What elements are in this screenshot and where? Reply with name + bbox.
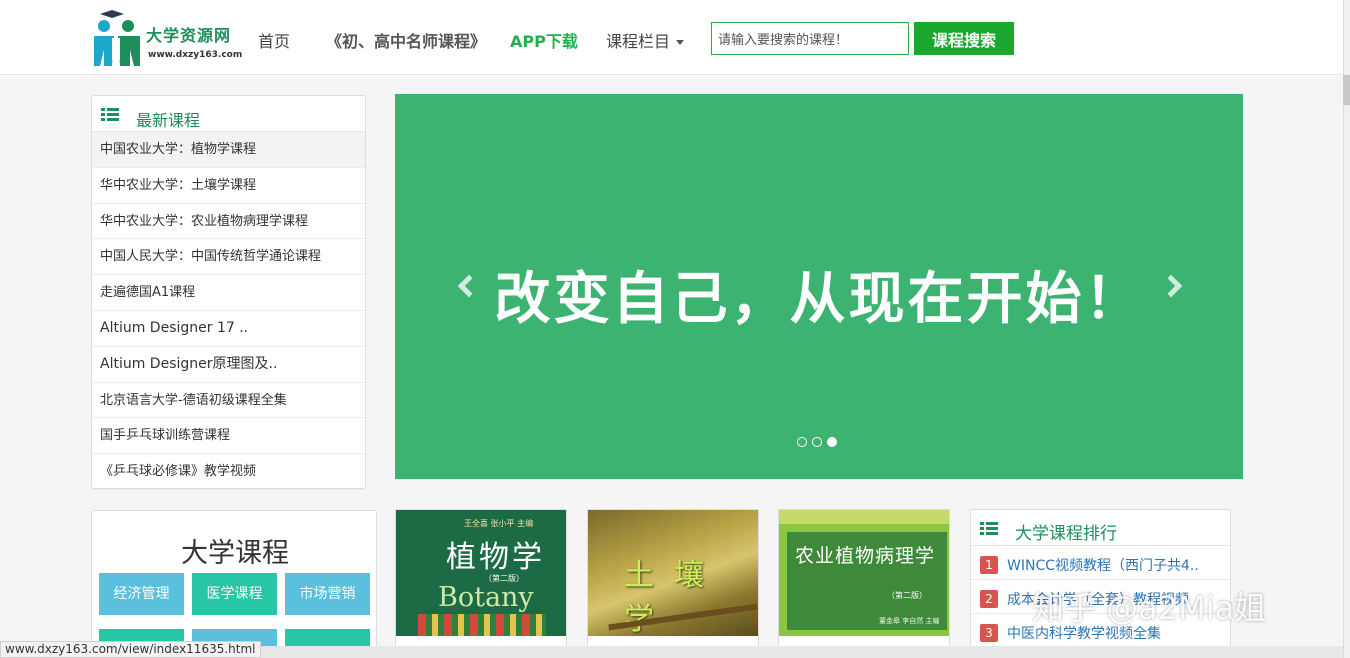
status-bar-url: www.dxzy163.com/view/index11635.html: [0, 641, 261, 658]
carousel-dot[interactable]: [812, 437, 822, 447]
tag-marketing[interactable]: 市场营销: [285, 573, 370, 615]
ranking-item[interactable]: 1 WINCC视频教程（西门子共4..: [971, 546, 1230, 580]
banner-slogan: 改变自己，从现在开始！: [494, 267, 1144, 332]
list-item[interactable]: 国手乒乓球训练营课程: [92, 418, 365, 455]
zhihu-watermark: 知乎 @a2Mia姐: [1032, 589, 1267, 627]
course-card-soil-science[interactable]: 土壤学: [587, 509, 759, 650]
list-icon: [980, 522, 998, 536]
search-input[interactable]: [711, 22, 909, 55]
nav-home[interactable]: 首页: [258, 28, 290, 52]
rank-badge: 2: [980, 590, 998, 608]
nav-categories-label: 课程栏目: [606, 32, 671, 51]
book-title: 植物学: [446, 540, 545, 575]
list-item[interactable]: 《乒乓球必修课》教学视频: [92, 454, 365, 490]
book-cover: 王全喜 张小平 主编 植物学 （第二版） Botany: [396, 510, 566, 636]
list-item[interactable]: 华中农业大学：土壤学课程: [92, 168, 365, 204]
logo-figures-icon: [94, 10, 140, 66]
course-card-botany[interactable]: 王全喜 张小平 主编 植物学 （第二版） Botany: [395, 509, 567, 650]
list-item[interactable]: Altium Designer原理图及..: [92, 347, 365, 383]
latest-courses-header: 最新课程: [92, 96, 365, 132]
search-button[interactable]: 课程搜索: [914, 22, 1014, 55]
nav-teacher-courses[interactable]: 《初、高中名师课程》: [326, 28, 486, 52]
list-item[interactable]: 中国人民大学：中国传统哲学通论课程: [92, 239, 365, 276]
latest-courses-list: 中国农业大学：植物学课程 华中农业大学：土壤学课程 华中农业大学：农业植物病理学…: [92, 132, 365, 490]
vertical-scrollbar[interactable]: [1343, 0, 1350, 658]
tag-medicine[interactable]: 医学课程: [192, 573, 277, 615]
carousel-dot[interactable]: [797, 437, 807, 447]
nav-app-download[interactable]: APP下载: [510, 28, 578, 52]
logo-url: www.dxzy163.com: [148, 50, 243, 60]
list-icon: [101, 108, 119, 122]
hero-banner[interactable]: 改变自己，从现在开始！: [395, 94, 1243, 479]
book-edition: （第二版）: [887, 591, 927, 600]
list-item[interactable]: 走遍德国A1课程: [92, 275, 365, 311]
book-author: 王全喜 张小平 主编: [464, 519, 534, 528]
tag-economics[interactable]: 经济管理: [99, 573, 184, 615]
latest-courses-panel: 最新课程 中国农业大学：植物学课程 华中农业大学：土壤学课程 华中农业大学：农业…: [91, 95, 366, 490]
carousel-dot-active[interactable]: [827, 437, 837, 447]
book-cover: 农业植物病理学 （第二版） 董金皋 李自然 主编: [779, 510, 949, 636]
university-courses-title: 大学课程: [181, 538, 289, 569]
site-logo[interactable]: 大学资源网 www.dxzy163.com: [90, 8, 250, 68]
rank-badge: 3: [980, 624, 998, 642]
book-cover: 土壤学: [588, 510, 758, 637]
scrollbar-thumb[interactable]: [1343, 75, 1350, 105]
book-latin-title: Botany: [438, 582, 534, 613]
book-title: 农业植物病理学: [795, 545, 936, 567]
book-author: 董金皋 李自然 主编: [879, 617, 940, 625]
list-item[interactable]: 华中农业大学：农业植物病理学课程: [92, 204, 365, 240]
rank-badge: 1: [980, 556, 998, 574]
latest-courses-title: 最新课程: [136, 111, 201, 130]
list-item[interactable]: 中国农业大学：植物学课程: [92, 132, 365, 168]
cover-illustration: [418, 614, 546, 636]
site-header: 大学资源网 www.dxzy163.com 首页 《初、高中名师课程》 APP下…: [0, 0, 1350, 75]
course-card-plant-pathology[interactable]: 农业植物病理学 （第二版） 董金皋 李自然 主编: [778, 509, 950, 650]
carousel-indicators: [797, 432, 842, 451]
cover-strip: [779, 510, 949, 524]
course-ranking-header: 大学课程排行: [971, 510, 1230, 546]
course-ranking-title: 大学课程排行: [1015, 524, 1117, 544]
list-item[interactable]: Altium Designer 17 ..: [92, 311, 365, 347]
ranking-link[interactable]: WINCC视频教程（西门子共4..: [1007, 555, 1199, 575]
logo-title: 大学资源网: [146, 26, 232, 45]
caret-down-icon: [676, 40, 685, 45]
horizontal-scrollbar[interactable]: [240, 646, 1343, 658]
nav-categories-dropdown[interactable]: 课程栏目: [606, 28, 685, 52]
university-courses-panel: 大学课程 经济管理 医学课程 市场营销: [91, 510, 377, 651]
list-item[interactable]: 北京语言大学-德语初级课程全集: [92, 383, 365, 419]
